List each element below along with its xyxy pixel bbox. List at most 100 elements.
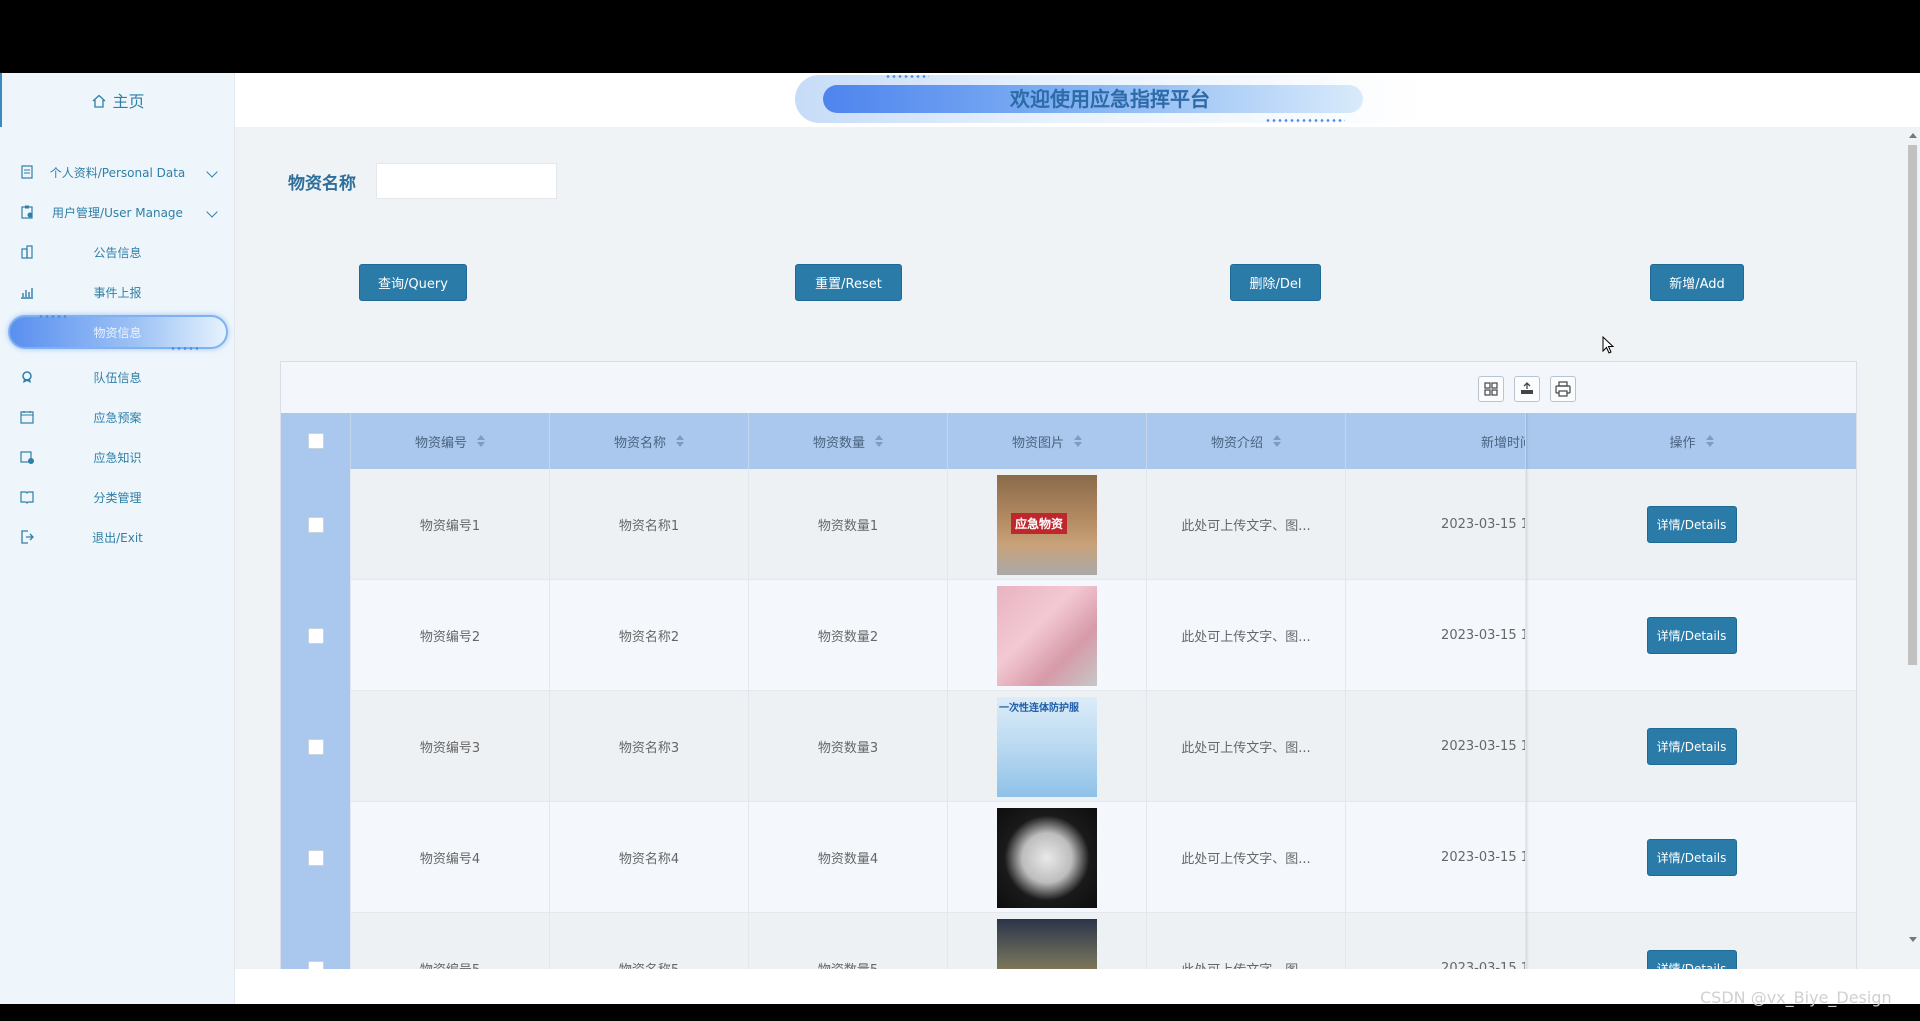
add-button[interactable]: 新增/Add [1650,264,1744,301]
cell-quantity: 物资数量1 [749,469,948,580]
column-header-image[interactable]: 物资图片 [948,413,1147,469]
sidebar-item-exit[interactable]: 退出/Exit [0,517,235,557]
cell-actions: 详情/Details [1526,580,1856,691]
watermark: CSDN @vx_Biye_Design [1700,988,1892,1007]
details-button[interactable]: 详情/Details [1646,839,1737,876]
cell-select [281,469,351,580]
row-checkbox[interactable] [307,738,324,755]
details-button[interactable]: 详情/Details [1646,617,1737,654]
row-checkbox[interactable] [307,849,324,866]
column-header-actions: 操作 [1526,413,1856,469]
details-button[interactable]: 详情/Details [1646,506,1737,543]
sidebar-item-category-manage[interactable]: 分类管理 [0,477,235,517]
cell-name: 物资名称2 [550,580,749,691]
cell-time-text: 2023-03-15 1 [1441,850,1526,865]
scroll-up-icon[interactable] [1909,133,1917,138]
material-image[interactable]: 一次性连体防护服 [997,696,1097,797]
cell-actions: 详情/Details [1526,469,1856,580]
cell-code: 物资编号3 [351,691,550,802]
column-header-code[interactable]: 物资编号 [351,413,550,469]
cell-code-text: 物资编号4 [419,852,481,867]
sort-icon[interactable] [477,435,485,447]
sort-icon[interactable] [676,435,684,447]
details-button[interactable]: 详情/Details [1646,728,1737,765]
cell-intro: 此处可上传文字、图... [1147,580,1346,691]
cell-quantity: 物资数量4 [749,802,948,913]
cell-intro-text: 此处可上传文字、图... [1181,519,1311,534]
sort-icon[interactable] [1074,435,1082,447]
cell-actions: 详情/Details [1526,802,1856,913]
sidebar-item-emergency-plan[interactable]: 应急预案 [0,397,235,437]
column-header-intro[interactable]: 物资介绍 [1147,413,1346,469]
sidebar-item-emergency-knowledge[interactable]: 应急知识 [0,437,235,477]
table-row: 物资编号2 物资名称2 物资数量2 此处可上传文字、图... 2023-03-15 1 详… [281,580,1856,691]
row-checkbox[interactable] [307,516,324,533]
footer-strip [235,969,1920,1004]
export-icon[interactable] [1514,376,1540,402]
row-checkbox[interactable] [307,627,324,644]
material-name-input[interactable] [376,163,557,199]
scroll-down-icon[interactable] [1909,937,1917,942]
delete-button[interactable]: 删除/Del [1230,264,1321,301]
column-header-quantity[interactable]: 物资数量 [749,413,948,469]
cell-name: 物资名称1 [550,469,749,580]
cell-image [948,580,1147,691]
cell-select [281,691,351,802]
cell-name-text: 物资名称3 [618,741,680,756]
window-top-bar [0,0,1920,73]
reset-button[interactable]: 重置/Reset [795,264,902,301]
cell-intro-text: 此处可上传文字、图... [1181,852,1311,867]
sort-icon[interactable] [1705,435,1714,447]
sidebar-item-announcements[interactable]: 公告信息 [0,232,235,272]
material-image[interactable]: 应急物资 [997,474,1097,575]
cell-time-text: 2023-03-15 1 [1441,628,1526,643]
mouse-cursor-icon [1602,336,1615,354]
sidebar-item-label: 事件上报 [93,285,142,300]
cell-code-text: 物资编号3 [419,741,481,756]
material-image[interactable] [997,807,1097,908]
sidebar-item-teams[interactable]: 队伍信息 [0,357,235,397]
sidebar-item-label: 分类管理 [93,490,142,505]
cell-actions: 详情/Details [1526,691,1856,802]
cell-code: 物资编号2 [351,580,550,691]
main-content: 物资名称 查询/Query 重置/Reset 删除/Del 新增/Add 物资编… [235,127,1920,1004]
cell-name-text: 物资名称1 [618,519,680,534]
cell-time: 2023-03-15 1 [1346,469,1526,580]
cell-name: 物资名称4 [550,802,749,913]
image-caption: 应急物资 [1011,512,1068,534]
print-icon[interactable] [1550,376,1576,402]
sort-icon[interactable] [1273,435,1281,447]
table-header: 物资编号 物资名称 物资数量 物资图片 物资介绍 新增时间 操作 [281,413,1856,469]
grid-icon[interactable] [1478,376,1504,402]
cell-time: 2023-03-15 1 [1346,802,1526,913]
cell-quantity: 物资数量3 [749,691,948,802]
sidebar-item-label: 应急预案 [93,410,142,425]
sidebar-item-materials[interactable]: 物资信息 [0,312,235,352]
sidebar-item-label: 物资信息 [93,325,142,340]
cell-code: 物资编号1 [351,469,550,580]
scroll-thumb[interactable] [1908,145,1917,665]
window-bottom-bar [0,1004,1920,1021]
column-header-name[interactable]: 物资名称 [550,413,749,469]
cell-name-text: 物资名称2 [618,630,680,645]
cell-name-text: 物资名称4 [618,852,680,867]
sidebar: 主页 个人资料/Personal Data 用户管理/User Manage 公… [0,73,235,1004]
sidebar-home[interactable]: 主页 [0,73,235,127]
sidebar-item-user-manage[interactable]: 用户管理/User Manage [0,192,235,232]
query-button[interactable]: 查询/Query [359,264,467,301]
cell-time: 2023-03-15 1 [1346,691,1526,802]
column-header-time[interactable]: 新增时间 [1346,413,1526,469]
image-caption: 一次性连体防护服 [999,702,1079,714]
page-title: 欢迎使用应急指挥平台 [1010,87,1210,111]
material-image[interactable] [997,585,1097,686]
sidebar-item-event-report[interactable]: 事件上报 [0,272,235,312]
sidebar-item-label: 退出/Exit [92,530,143,545]
sidebar-item-label: 队伍信息 [93,370,142,385]
sort-icon[interactable] [875,435,883,447]
fixed-column-shadow [1526,413,1529,1003]
select-all-checkbox[interactable] [307,433,324,449]
cell-quantity-text: 物资数量1 [817,519,879,534]
cell-time-text: 2023-03-15 1 [1441,517,1526,532]
sidebar-item-personal-data[interactable]: 个人资料/Personal Data [0,152,235,192]
vertical-scrollbar[interactable] [1905,131,1920,947]
